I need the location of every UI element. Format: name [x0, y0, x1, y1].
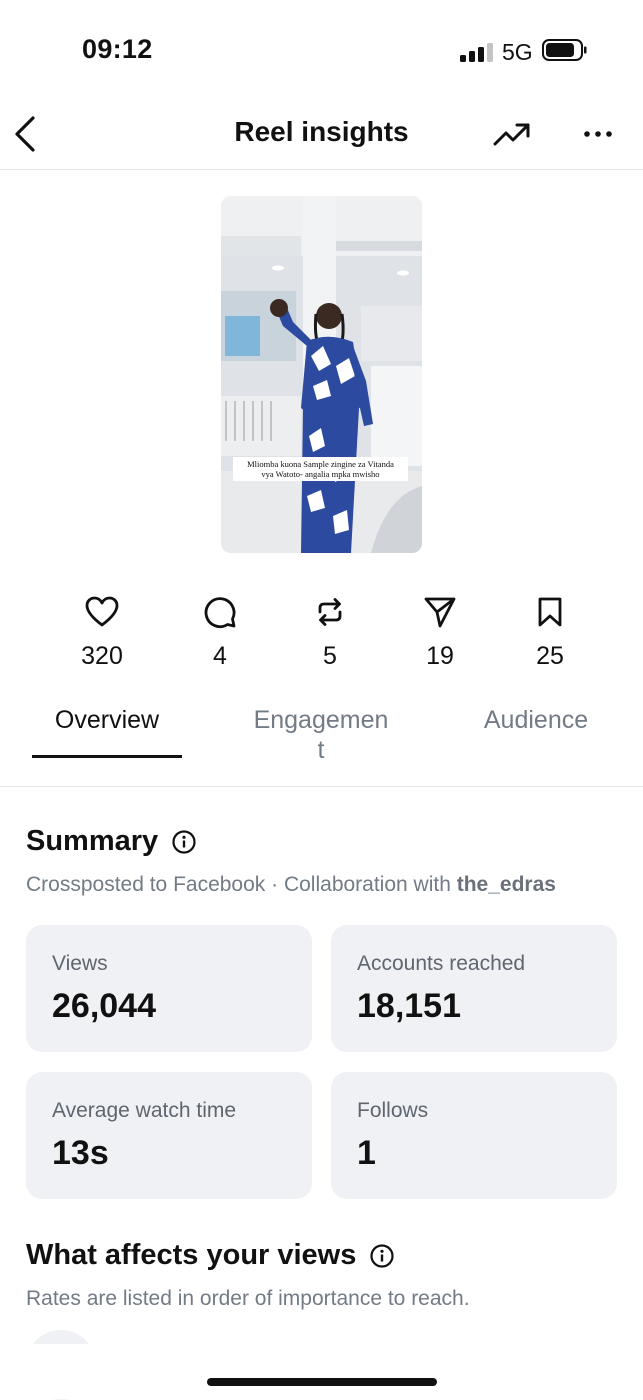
tab-engagement-label-2: t	[317, 736, 325, 764]
page-title: Reel insights	[234, 116, 409, 147]
views-card: Views 26,044	[26, 925, 312, 1052]
reel-image	[221, 196, 422, 553]
summary-info-icon[interactable]	[172, 830, 196, 854]
active-tab-indicator	[32, 755, 182, 758]
network-label: 5G	[502, 39, 533, 65]
signal-icon	[460, 42, 494, 62]
follows-value: 1	[357, 1134, 376, 1172]
more-button[interactable]	[582, 122, 614, 146]
summary-subtitle-text: Crossposted to Facebook · Collaboration …	[26, 873, 457, 896]
stat-shares: 19	[395, 594, 485, 671]
tab-audience[interactable]: Audience	[466, 706, 606, 735]
stat-saves: 25	[505, 594, 595, 671]
home-indicator[interactable]	[207, 1378, 437, 1386]
stat-comments: 4	[175, 594, 265, 671]
caption-line-1: Mliomba kuona Sample zingine za Vitanda	[247, 459, 394, 469]
tab-engagement[interactable]: Engagemen t	[240, 705, 402, 765]
views-label: Views	[52, 952, 108, 975]
share-icon	[424, 597, 456, 628]
average-watch-time-card: Average watch time 13s	[26, 1072, 312, 1199]
repost-icon	[318, 598, 342, 626]
collaborator-link[interactable]: the_edras	[457, 873, 556, 896]
views-section-title: What affects your views	[26, 1239, 357, 1271]
tab-overview[interactable]: Overview	[32, 706, 182, 735]
tab-engagement-label-1: Engagemen	[253, 706, 389, 734]
follows-label: Follows	[357, 1099, 429, 1122]
summary-subtitle: Crossposted to Facebook · Collaboration …	[26, 873, 556, 897]
more-horizontal-icon	[584, 131, 612, 137]
accounts-reached-label: Accounts reached	[357, 952, 526, 975]
views-section-subtitle: Rates are listed in order of importance …	[26, 1287, 470, 1310]
tabs-divider	[0, 786, 643, 787]
status-time: 09:12	[82, 34, 153, 64]
reel-thumbnail[interactable]: Mliomba kuona Sample zingine za Vitanda …	[221, 196, 422, 553]
accounts-reached-value: 18,151	[357, 987, 461, 1025]
saves-count: 25	[536, 642, 564, 670]
trending-up-icon	[493, 123, 530, 146]
reposts-count: 5	[323, 642, 337, 670]
stat-likes: 320	[57, 594, 147, 671]
battery-icon	[542, 39, 587, 61]
shares-count: 19	[426, 642, 454, 670]
bookmark-icon	[538, 597, 562, 627]
comment-icon	[204, 597, 236, 629]
average-watch-time-value: 13s	[52, 1134, 109, 1172]
comments-count: 4	[213, 642, 227, 670]
follows-card: Follows 1	[331, 1072, 617, 1199]
reel-caption: Mliomba kuona Sample zingine za Vitanda …	[233, 457, 408, 481]
caption-line-2: vya Watoto- angalia mpka mwisho	[261, 469, 380, 479]
header-divider	[0, 169, 643, 170]
heart-icon	[85, 596, 119, 627]
accounts-reached-card: Accounts reached 18,151	[331, 925, 617, 1052]
likes-count: 320	[81, 642, 123, 670]
bottom-bar	[0, 1344, 643, 1399]
summary-title: Summary	[26, 825, 159, 857]
stat-reposts: 5	[285, 594, 375, 671]
average-watch-time-label: Average watch time	[52, 1099, 237, 1122]
trends-button[interactable]	[492, 119, 532, 151]
views-section-info-icon[interactable]	[370, 1244, 394, 1268]
views-value: 26,044	[52, 987, 156, 1025]
